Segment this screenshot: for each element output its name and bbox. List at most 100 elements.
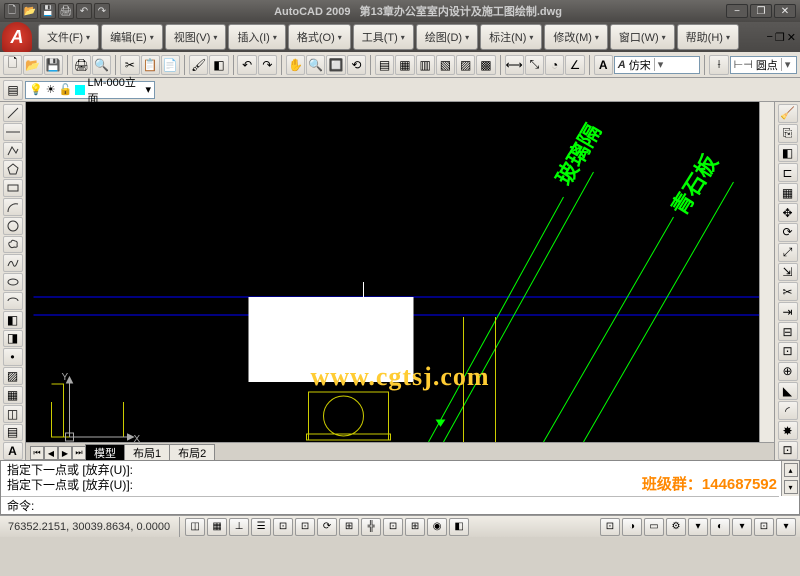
ellipse-tool[interactable] — [3, 273, 23, 291]
tool-palette-button[interactable]: ▥ — [416, 55, 435, 75]
plot-button[interactable]: 🖨 — [72, 55, 91, 75]
markup-button[interactable]: ▨ — [456, 55, 475, 75]
maximize-button[interactable]: ❐ — [750, 4, 772, 18]
stretch-tool[interactable]: ⇲ — [778, 263, 798, 282]
dim-style-combo[interactable]: ⊢⊣ 圆点▾ — [730, 56, 797, 74]
undo-button[interactable]: ↶ — [237, 55, 256, 75]
menu-edit[interactable]: 编辑(E)▾ — [101, 24, 163, 50]
explode-tool[interactable]: ✸ — [778, 421, 798, 440]
offset-tool[interactable]: ⊏ — [778, 163, 798, 182]
status-ortho[interactable]: ⊥ — [229, 518, 249, 536]
quickcalc-button[interactable]: ▩ — [476, 55, 495, 75]
status-quickview-drawings[interactable]: ▭ — [644, 518, 664, 536]
rectangle-tool[interactable] — [3, 179, 23, 197]
hatch-tool[interactable]: ▨ — [3, 367, 23, 385]
status-model[interactable]: ⊞ — [405, 518, 425, 536]
doc-close[interactable]: ✕ — [787, 31, 796, 44]
tab-first[interactable]: ⏮ — [30, 446, 44, 460]
doc-restore[interactable]: ❐ — [775, 31, 785, 44]
minimize-button[interactable]: − — [726, 4, 748, 18]
join-tool[interactable]: ⊕ — [778, 362, 798, 381]
line-tool[interactable] — [3, 104, 23, 122]
mtext-tool[interactable]: A — [3, 442, 23, 460]
tab-model[interactable]: 模型 — [85, 444, 125, 460]
qat-redo[interactable]: ↷ — [94, 3, 110, 19]
status-annotation-dd[interactable]: ▾ — [688, 518, 708, 536]
status-snap[interactable]: ◫ — [185, 518, 205, 536]
new-button[interactable]: 🗋 — [3, 55, 22, 75]
app-menu-button[interactable]: A — [2, 22, 32, 52]
open-button[interactable]: 📂 — [23, 55, 42, 75]
menu-help[interactable]: 帮助(H)▾ — [677, 24, 739, 50]
tab-prev[interactable]: ◀ — [44, 446, 58, 460]
mirror-tool[interactable]: ◧ — [778, 144, 798, 163]
extend-tool[interactable]: ⇥ — [778, 302, 798, 321]
tab-layout2[interactable]: 布局2 — [169, 444, 215, 460]
vertical-scrollbar[interactable] — [759, 102, 774, 442]
design-center-button[interactable]: ▦ — [395, 55, 414, 75]
properties-button[interactable]: ▤ — [375, 55, 394, 75]
status-clean[interactable]: ▾ — [776, 518, 796, 536]
sheet-set-button[interactable]: ▧ — [436, 55, 455, 75]
extra-tool[interactable]: ⊡ — [778, 441, 798, 460]
paste-button[interactable]: 📄 — [161, 55, 180, 75]
menu-modify[interactable]: 修改(M)▾ — [544, 24, 608, 50]
menu-insert[interactable]: 插入(I)▾ — [228, 24, 285, 50]
ellipse-arc-tool[interactable] — [3, 292, 23, 310]
tab-next[interactable]: ▶ — [58, 446, 72, 460]
menu-file[interactable]: 文件(F)▾ — [38, 24, 99, 50]
circle-tool[interactable] — [3, 217, 23, 235]
zoom-window-button[interactable]: 🔲 — [326, 55, 345, 75]
insert-block-tool[interactable]: ◧ — [3, 311, 23, 329]
tab-last[interactable]: ⏭ — [72, 446, 86, 460]
zoom-previous-button[interactable]: ⟲ — [347, 55, 366, 75]
polyline-tool[interactable] — [3, 142, 23, 160]
save-button[interactable]: 💾 — [44, 55, 63, 75]
dim-linear-button[interactable]: ⟷ — [505, 55, 524, 75]
status-workspace-dd[interactable]: ▾ — [732, 518, 752, 536]
text-style-combo[interactable]: A 仿宋▾ — [614, 56, 701, 74]
scale-tool[interactable]: ⤢ — [778, 243, 798, 262]
qat-plot[interactable]: 🖨 — [58, 3, 74, 19]
menu-tools[interactable]: 工具(T)▾ — [353, 24, 414, 50]
cmd-scroll-down[interactable]: ▾ — [784, 480, 798, 494]
status-workspace[interactable]: ◐ — [710, 518, 730, 536]
zoom-realtime-button[interactable]: 🔍 — [306, 55, 325, 75]
status-extra1[interactable]: ◉ — [427, 518, 447, 536]
qat-new[interactable]: 🗋 — [4, 3, 20, 19]
qat-undo[interactable]: ↶ — [76, 3, 92, 19]
menu-view[interactable]: 视图(V)▾ — [165, 24, 227, 50]
trim-tool[interactable]: ✂ — [778, 282, 798, 301]
redo-button[interactable]: ↷ — [258, 55, 277, 75]
status-dyn[interactable]: ⊞ — [339, 518, 359, 536]
erase-tool[interactable]: 🧹 — [778, 104, 798, 123]
menu-draw[interactable]: 绘图(D)▾ — [416, 24, 478, 50]
rotate-tool[interactable]: ⟳ — [778, 223, 798, 242]
status-annotation-scale[interactable]: ⚙ — [666, 518, 686, 536]
copy-tool[interactable]: ⎘ — [778, 124, 798, 143]
plot-preview-button[interactable]: 🔍 — [92, 55, 111, 75]
dim-style-button[interactable]: ⟊ — [709, 55, 728, 75]
command-scrollbar[interactable]: ▴ ▾ — [781, 461, 799, 496]
close-button[interactable]: ✕ — [774, 4, 796, 18]
status-extra2[interactable]: ◧ — [449, 518, 469, 536]
status-osnap[interactable]: ⊡ — [273, 518, 293, 536]
spline-tool[interactable] — [3, 254, 23, 272]
drawing-canvas[interactable]: 玻璃隔 青石板 — [26, 102, 774, 460]
qat-save[interactable]: 💾 — [40, 3, 56, 19]
dim-aligned-button[interactable]: ⤡ — [525, 55, 544, 75]
polygon-tool[interactable] — [3, 160, 23, 178]
block-editor-button[interactable]: ◧ — [209, 55, 228, 75]
dim-radius-button[interactable]: ◔ — [545, 55, 564, 75]
gradient-tool[interactable]: ▦ — [3, 386, 23, 404]
menu-format[interactable]: 格式(O)▾ — [288, 24, 351, 50]
layer-props-button[interactable]: ▤ — [3, 80, 23, 100]
move-tool[interactable]: ✥ — [778, 203, 798, 222]
text-style-button[interactable]: A — [594, 55, 613, 75]
fillet-tool[interactable]: ◜ — [778, 401, 798, 420]
dim-angular-button[interactable]: ∠ — [565, 55, 584, 75]
arc-tool[interactable] — [3, 198, 23, 216]
construction-line-tool[interactable] — [3, 123, 23, 141]
status-otrack[interactable]: ⊡ — [295, 518, 315, 536]
make-block-tool[interactable]: ◨ — [3, 330, 23, 348]
